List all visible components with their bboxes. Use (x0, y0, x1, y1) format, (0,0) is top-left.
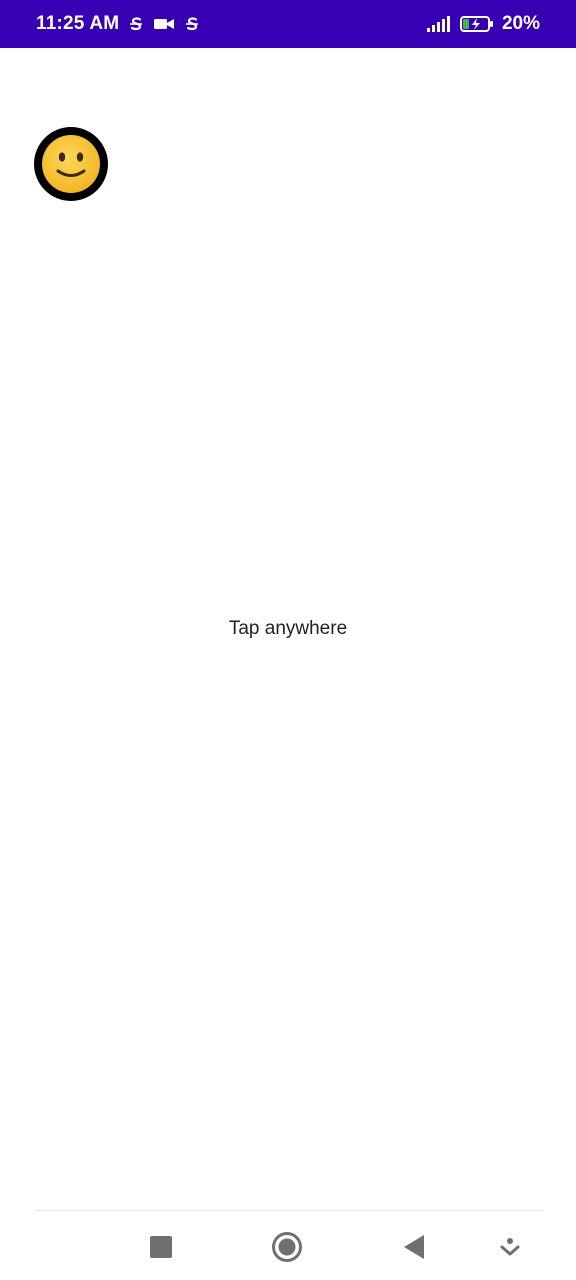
recents-square-icon[interactable] (145, 1231, 177, 1263)
gesture-down-icon[interactable] (494, 1231, 526, 1263)
status-bar: 11:25 AM 20% (0, 0, 576, 48)
status-time: 11:25 AM (36, 13, 120, 34)
battery-charging-icon (459, 15, 494, 33)
battery-percentage: 20% (501, 13, 540, 34)
back-triangle-icon[interactable] (398, 1231, 430, 1263)
video-camera-icon (153, 15, 175, 33)
slightly-smiling-face-icon[interactable] (34, 127, 108, 201)
instruction-text: Tap anywhere (228, 618, 348, 639)
status-left: 11:25 AM (36, 0, 201, 48)
signal-bars-icon (426, 15, 452, 33)
main-content[interactable]: Tap anywhere (0, 48, 576, 1210)
home-circle-icon[interactable] (271, 1231, 303, 1263)
s-sync-icon (183, 15, 201, 33)
s-sync-icon (127, 15, 145, 33)
navigation-bar (0, 1211, 576, 1280)
status-right: 20% (426, 0, 540, 48)
